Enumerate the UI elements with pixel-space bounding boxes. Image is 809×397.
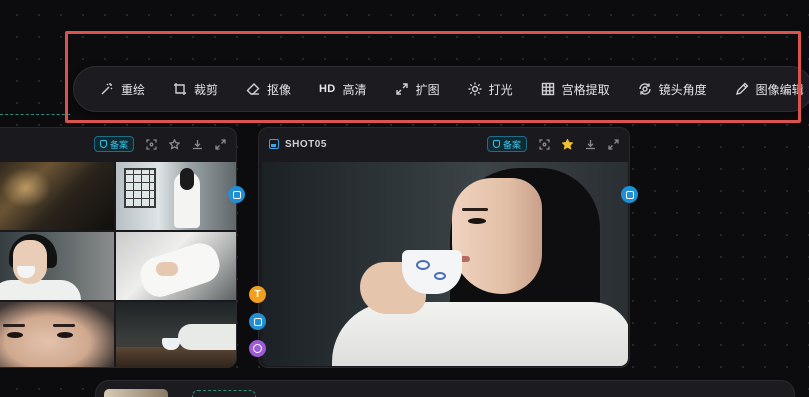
magic-wand-icon xyxy=(100,82,114,96)
scan-icon[interactable] xyxy=(539,138,550,150)
expand-icon xyxy=(395,82,409,96)
storyboard-grid-card[interactable]: 备案 xyxy=(0,127,237,368)
bottom-node-thumbnail[interactable] xyxy=(104,389,168,397)
filing-badge[interactable]: 备案 xyxy=(486,136,527,152)
eraser-icon xyxy=(246,82,260,96)
grid-image[interactable] xyxy=(0,302,114,367)
tool-label: 扩图 xyxy=(415,82,440,97)
grid-icon xyxy=(541,82,555,96)
sun-icon xyxy=(468,82,482,96)
tool-label: 抠像 xyxy=(267,82,292,97)
tool-lighting[interactable]: 打光 xyxy=(468,81,513,98)
tool-crop[interactable]: 裁剪 xyxy=(173,81,218,98)
tool-camera-angle[interactable]: 镜头角度 xyxy=(638,81,707,98)
image-toolbar: 重绘 裁剪 抠像 HD 高清 扩图 打光 宫格提取 镜头角度 图像编辑 xyxy=(73,66,809,112)
connection-line xyxy=(0,114,70,115)
image-port-icon[interactable] xyxy=(228,186,245,203)
image-port-icon[interactable] xyxy=(249,313,266,330)
star-icon[interactable] xyxy=(562,138,573,150)
grid-image[interactable] xyxy=(0,162,114,230)
shield-icon xyxy=(492,140,500,148)
shield-icon xyxy=(99,140,107,148)
fullscreen-icon[interactable] xyxy=(215,138,226,150)
image-icon xyxy=(269,139,279,149)
tool-label: 图像编辑 xyxy=(755,82,804,97)
grid-image[interactable] xyxy=(0,232,114,300)
shot-image[interactable] xyxy=(262,162,628,366)
grid-image[interactable] xyxy=(116,232,236,300)
tool-label: 裁剪 xyxy=(194,82,219,97)
tool-label: 重绘 xyxy=(121,82,146,97)
image-port-icon[interactable] xyxy=(621,186,638,203)
image-grid xyxy=(0,162,236,367)
tool-label: 镜头角度 xyxy=(658,82,707,97)
grid-image[interactable] xyxy=(116,302,236,367)
card-actions: 备案 xyxy=(486,136,619,152)
tool-grid-extract[interactable]: 宫格提取 xyxy=(541,81,610,98)
grid-image[interactable] xyxy=(116,162,236,230)
bottom-node-placeholder[interactable] xyxy=(192,390,256,397)
tool-label: 宫格提取 xyxy=(561,82,610,97)
download-icon[interactable] xyxy=(192,139,203,150)
tool-matting[interactable]: 抠像 xyxy=(246,81,291,98)
hd-icon: HD xyxy=(319,83,336,95)
pencil-icon xyxy=(735,82,749,96)
fullscreen-icon[interactable] xyxy=(608,138,619,150)
tool-redraw[interactable]: 重绘 xyxy=(100,81,145,98)
crop-icon xyxy=(173,82,187,96)
tool-hd[interactable]: HD 高清 xyxy=(319,81,367,98)
tool-image-edit[interactable]: 图像编辑 xyxy=(735,81,804,98)
text-port-icon[interactable]: T xyxy=(249,286,266,303)
tool-label: 高清 xyxy=(342,82,367,97)
scan-icon[interactable] xyxy=(146,138,157,150)
palette-port-icon[interactable] xyxy=(249,340,266,357)
card-header: SHOT05 备案 xyxy=(259,128,629,160)
filing-badge[interactable]: 备案 xyxy=(93,136,134,152)
tool-label: 打光 xyxy=(488,82,513,97)
star-icon[interactable] xyxy=(169,138,180,150)
card-title: SHOT05 xyxy=(269,139,327,150)
card-actions: 备案 xyxy=(93,136,226,152)
tool-expand[interactable]: 扩图 xyxy=(395,81,440,98)
camera-rotate-icon xyxy=(638,82,652,96)
shot-card[interactable]: SHOT05 备案 xyxy=(258,127,630,368)
card-header: 备案 xyxy=(0,128,236,160)
download-icon[interactable] xyxy=(585,139,596,150)
